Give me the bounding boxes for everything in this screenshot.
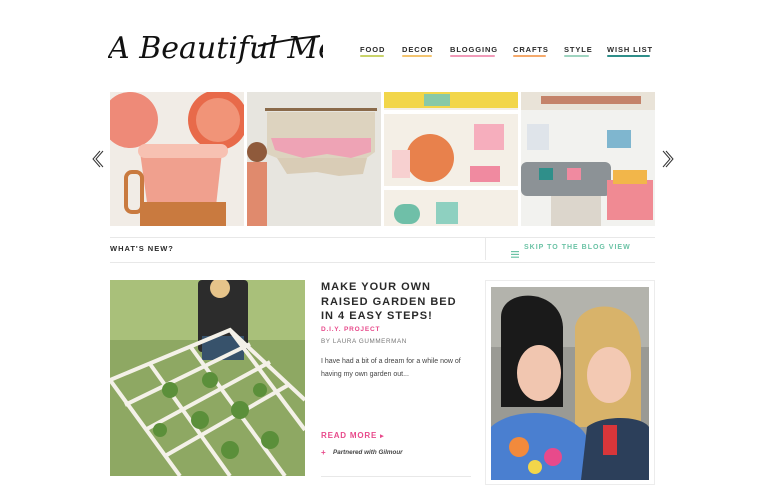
plus-icon: +: [321, 448, 326, 457]
nav-item-food[interactable]: FOOD: [360, 45, 385, 54]
chevron-right-icon: [662, 150, 674, 168]
post-author: BY LAURA GUMMERMAN: [321, 338, 407, 345]
nav-underline-decor: [402, 55, 432, 57]
slide-wall-hanging-image[interactable]: [247, 92, 381, 226]
site-logo[interactable]: A Beautiful Mess: [105, 18, 367, 80]
nav-item-crafts[interactable]: CRAFTS: [513, 45, 549, 54]
nav-item-decor[interactable]: DECOR: [402, 45, 434, 54]
nav-underline-food: [360, 55, 384, 57]
menu-icon: [511, 245, 519, 258]
nav-item-blogging[interactable]: BLOGGING: [450, 45, 498, 54]
read-more-label: READ MORE: [321, 431, 378, 440]
chevron-left-icon: [92, 150, 104, 168]
post-title[interactable]: MAKE YOUR OWN RAISED GARDEN BED IN 4 EAS…: [321, 280, 471, 324]
caret-right-icon: ▸: [380, 433, 385, 440]
post-excerpt: I have had a bit of a dream for a while …: [321, 358, 461, 378]
nav-underline-style: [564, 55, 589, 57]
nav-item-wish-list[interactable]: WISH LIST: [607, 45, 653, 54]
post-category[interactable]: D.I.Y. PROJECT: [321, 326, 380, 333]
logo-text: A Beautiful Mess: [108, 31, 323, 66]
slide-living-room-image[interactable]: [521, 92, 655, 226]
post-divider: [321, 476, 471, 477]
slider-next-button[interactable]: [662, 150, 676, 168]
logo-script: A Beautiful Mess: [105, 31, 367, 66]
read-more-link[interactable]: READ MORE ▸: [321, 431, 384, 440]
sidebar-founders-photo[interactable]: [491, 287, 649, 480]
slide-shelves-image[interactable]: [384, 92, 518, 226]
whats-new-heading: WHAT'S NEW?: [110, 244, 174, 253]
nav-underline-wish-list: [607, 55, 650, 57]
partner-note: Partnered with Gilmour: [333, 449, 403, 456]
slide-drink-image[interactable]: [110, 92, 244, 226]
nav-underline-blogging: [450, 55, 495, 57]
nav-underline-crafts: [513, 55, 546, 57]
slider-prev-button[interactable]: [90, 150, 104, 168]
nav-item-style[interactable]: STYLE: [564, 45, 593, 54]
bar-divider: [485, 238, 486, 260]
post-featured-image[interactable]: [110, 280, 305, 476]
skip-to-blog-link[interactable]: SKIP TO THE BLOG VIEW: [524, 244, 631, 251]
